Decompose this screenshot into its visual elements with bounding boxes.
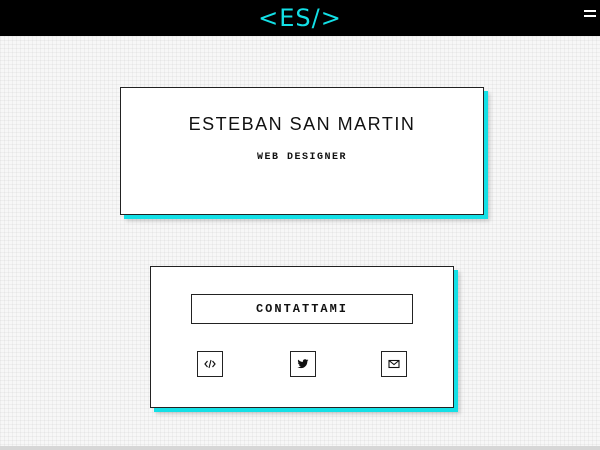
mail-icon — [388, 359, 400, 369]
profile-role: WEB DESIGNER — [256, 152, 347, 163]
code-icon — [204, 359, 216, 369]
contact-card: CONTATTAMI — [150, 266, 454, 408]
bottom-divider — [0, 446, 600, 450]
hamburger-menu-icon[interactable] — [584, 10, 596, 20]
top-navigation-bar: <ES/> — [0, 0, 600, 36]
twitter-link-button[interactable] — [290, 351, 316, 377]
code-link-button[interactable] — [197, 351, 223, 377]
profile-name: ESTEBAN SAN MARTIN — [188, 114, 416, 134]
mail-link-button[interactable] — [381, 351, 407, 377]
site-logo[interactable]: <ES/> — [0, 0, 600, 36]
profile-card: ESTEBAN SAN MARTIN WEB DESIGNER — [120, 87, 484, 215]
contact-button[interactable]: CONTATTAMI — [191, 294, 413, 324]
twitter-icon — [297, 359, 309, 369]
